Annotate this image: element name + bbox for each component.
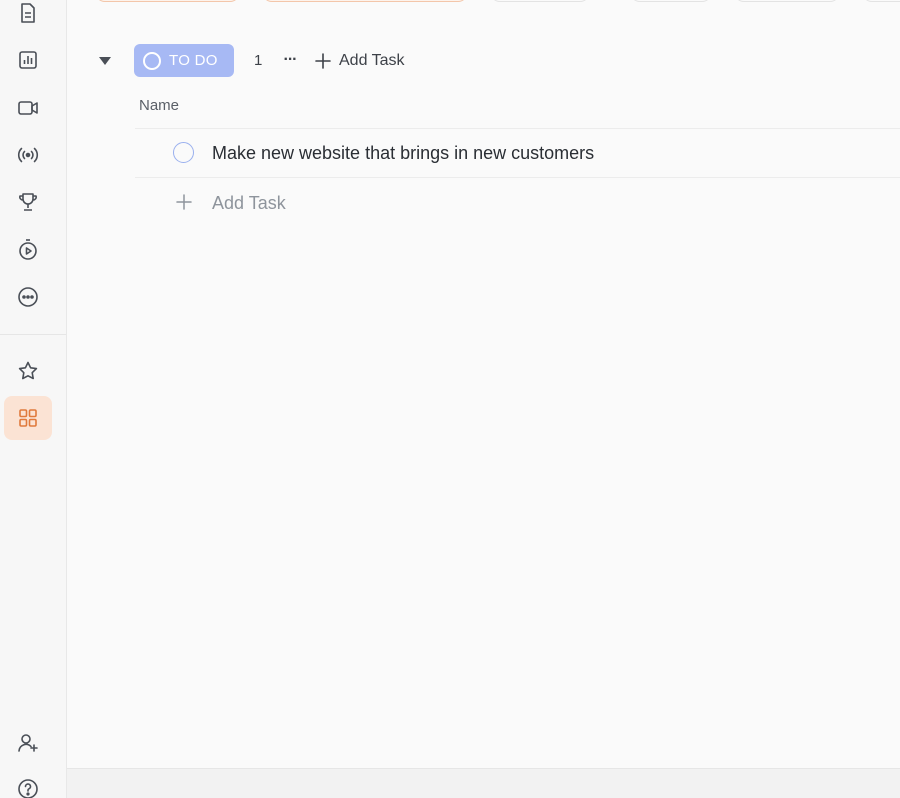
collapse-caret-icon[interactable] <box>98 54 112 66</box>
add-task-header-label: Add Task <box>339 52 405 69</box>
task-count: 1 <box>254 52 263 69</box>
top-filter-pill[interactable] <box>490 0 590 2</box>
more-options-button[interactable]: ··· <box>278 50 302 70</box>
more-icon[interactable] <box>6 278 50 316</box>
plus-icon <box>176 194 192 210</box>
table-divider <box>135 177 900 178</box>
sidebar-divider <box>0 334 66 335</box>
trophy-icon[interactable] <box>6 183 50 221</box>
top-filter-pill[interactable] <box>262 0 468 2</box>
help-icon[interactable] <box>6 770 50 798</box>
top-filter-pill[interactable] <box>630 0 712 2</box>
add-task-header-button[interactable]: Add Task <box>314 50 405 72</box>
add-user-icon[interactable] <box>6 724 50 762</box>
broadcast-icon[interactable] <box>6 136 50 174</box>
status-group-todo[interactable]: TO DO <box>134 44 234 77</box>
top-filter-pill[interactable] <box>862 0 900 2</box>
video-icon[interactable] <box>6 89 50 127</box>
chart-icon[interactable] <box>6 41 50 79</box>
bottom-bar <box>67 768 900 798</box>
table-row[interactable]: Make new website that brings in new cust… <box>135 129 900 177</box>
top-filter-pill[interactable] <box>734 0 840 2</box>
status-circle-icon <box>143 51 161 70</box>
sidebar <box>0 0 67 798</box>
timer-icon[interactable] <box>6 231 50 269</box>
add-task-row[interactable]: Add Task <box>135 179 900 227</box>
star-icon[interactable] <box>6 352 50 390</box>
app-window: TO DO 1 ··· Add Task Name Make new websi… <box>0 0 900 798</box>
task-name[interactable]: Make new website that brings in new cust… <box>212 143 594 164</box>
column-header-name[interactable]: Name <box>139 97 179 114</box>
add-task-label: Add Task <box>212 193 286 213</box>
document-icon[interactable] <box>6 0 50 32</box>
status-label: TO DO <box>169 52 218 69</box>
top-filter-pill[interactable] <box>95 0 240 2</box>
task-status-circle-icon[interactable] <box>173 142 194 163</box>
more-options-label: ··· <box>283 51 298 68</box>
plus-icon <box>315 53 331 69</box>
apps-grid-icon[interactable] <box>4 396 52 440</box>
